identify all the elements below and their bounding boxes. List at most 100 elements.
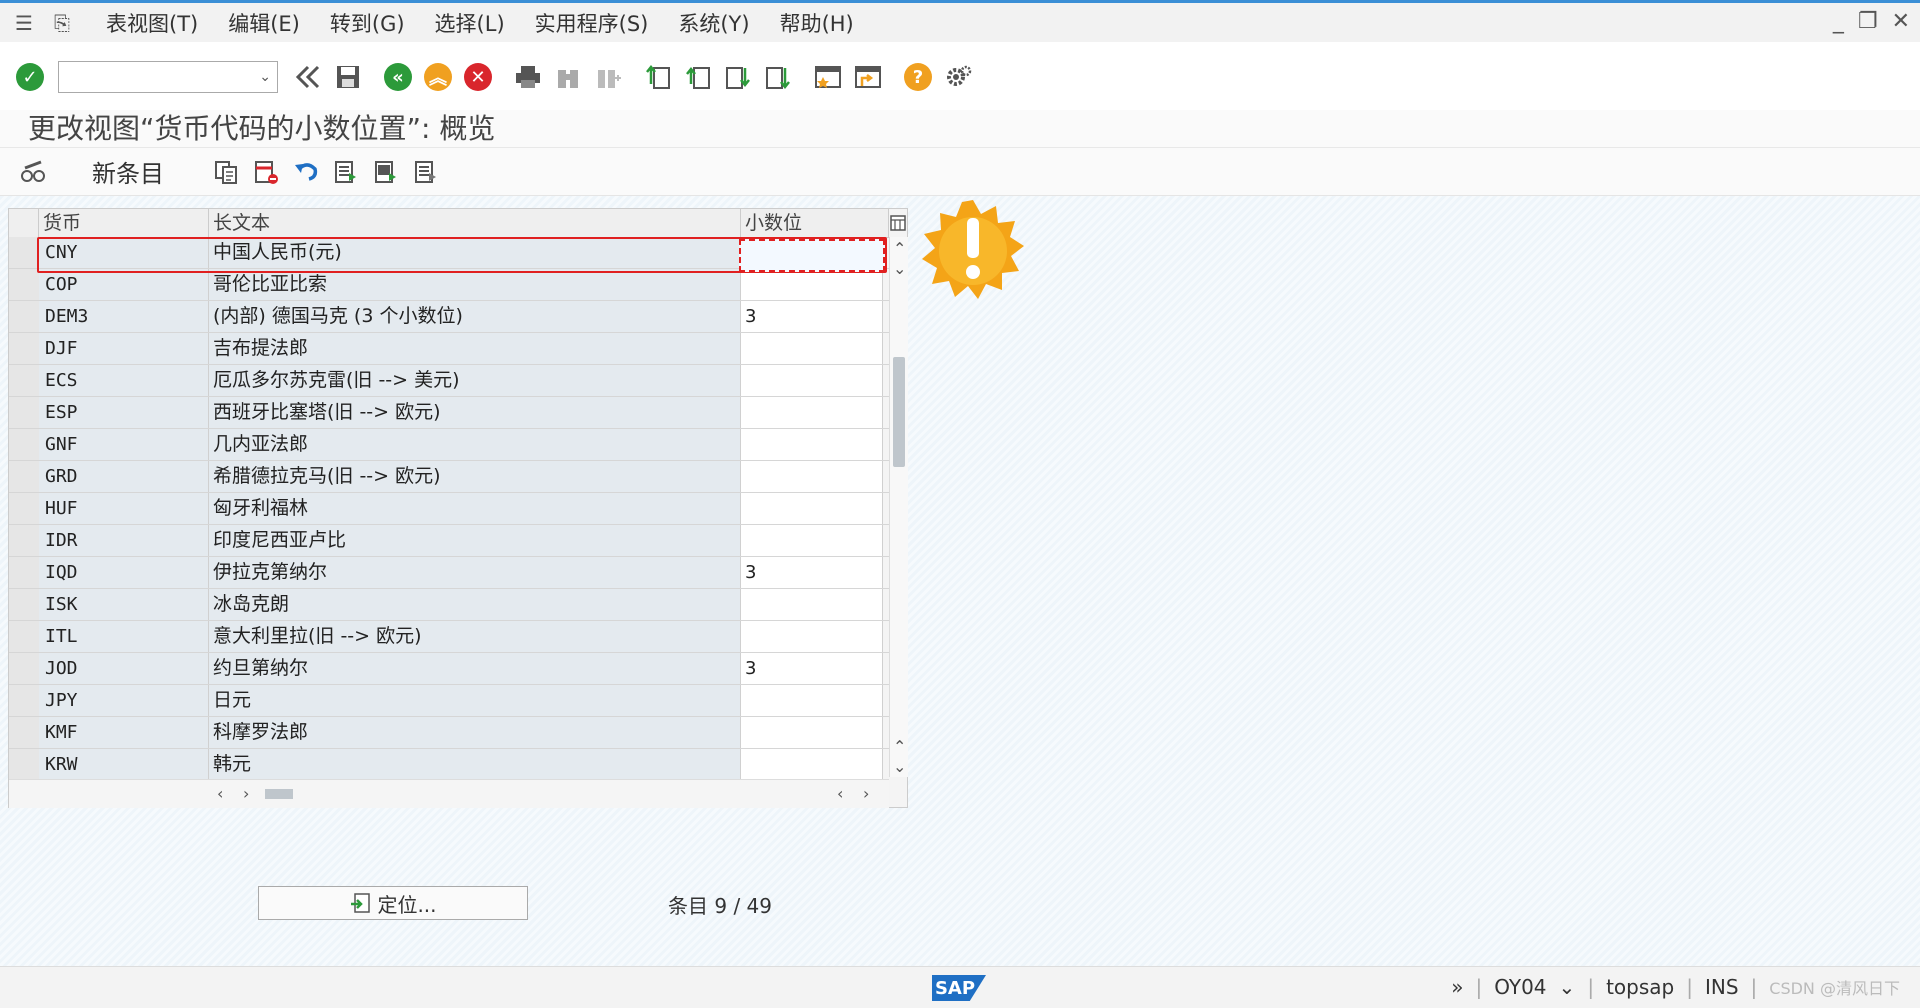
row-selector[interactable] [9,333,40,364]
decimals-input[interactable] [741,717,883,748]
first-page-button[interactable] [640,59,676,95]
row-selector[interactable] [9,557,40,588]
scroll-right-icon[interactable]: › [863,784,869,803]
double-chevron-right-icon[interactable]: » [1451,975,1463,999]
decimals-input[interactable] [741,397,883,428]
menu-edit[interactable]: 编辑(E) [228,8,300,38]
decimals-input[interactable]: 3 [741,301,883,332]
new-session-button[interactable] [810,59,846,95]
page-up-icon[interactable]: ⌃ [893,737,906,756]
decimals-input[interactable] [741,525,883,556]
menu-help[interactable]: 帮助(H) [780,8,854,38]
save-button[interactable] [330,59,366,95]
scroll-thumb[interactable] [893,357,905,467]
scroll-up-icon[interactable]: ⌃ [893,239,906,258]
scroll-down-icon[interactable]: ⌄ [893,259,906,278]
transaction-code[interactable]: OY04 [1494,975,1546,999]
table-row[interactable]: ESP 西班牙比塞塔(旧 --> 欧元) [9,397,889,429]
col-header-long-text[interactable]: 长文本 [209,209,741,237]
scroll-left-icon[interactable]: ‹ [837,784,843,803]
row-selector[interactable] [9,621,40,652]
decimals-input[interactable] [741,589,883,620]
row-selector[interactable] [9,429,40,460]
decimals-input[interactable] [741,685,883,716]
select-block-button[interactable] [368,154,404,190]
last-page-button[interactable] [760,59,796,95]
row-selector[interactable] [9,269,40,300]
decimals-input[interactable] [741,365,883,396]
h-scroll-thumb[interactable] [265,789,293,799]
decimals-input[interactable] [741,333,883,364]
select-all-column[interactable] [9,209,39,237]
position-button[interactable]: 定位... [258,886,528,920]
table-row[interactable]: KRW 韩元 [9,749,889,781]
display-change-button[interactable] [16,154,52,190]
table-row[interactable]: ITL 意大利里拉(旧 --> 欧元) [9,621,889,653]
row-selector[interactable] [9,525,40,556]
exit-button[interactable]: ︽ [420,59,456,95]
customize-icon[interactable]: ⎘ [48,11,76,35]
chevron-down-icon[interactable]: ⌄ [1559,975,1576,999]
row-selector[interactable] [9,237,40,268]
table-row[interactable]: GRD 希腊德拉克马(旧 --> 欧元) [9,461,889,493]
table-row[interactable]: HUF 匈牙利福林 [9,493,889,525]
row-selector[interactable] [9,653,40,684]
table-row[interactable]: COP 哥伦比亚比索 [9,269,889,301]
row-selector[interactable] [9,397,40,428]
new-entries-button[interactable]: 新条目 [92,154,164,189]
help-button[interactable]: ? [900,59,936,95]
table-row[interactable]: KMF 科摩罗法郎 [9,717,889,749]
table-row[interactable]: JPY 日元 [9,685,889,717]
focused-decimals-cell[interactable] [739,239,885,272]
menu-goto[interactable]: 转到(G) [330,8,405,38]
table-row[interactable]: IQD 伊拉克第纳尔 3 [9,557,889,589]
table-settings-button[interactable] [889,209,907,237]
menu-utilities[interactable]: 实用程序(S) [535,8,649,38]
decimals-input[interactable]: 3 [741,557,883,588]
menu-selection[interactable]: 选择(L) [435,8,505,38]
select-all-button[interactable] [328,154,364,190]
next-page-button[interactable] [720,59,756,95]
close-icon[interactable]: ✕ [1892,9,1910,34]
row-selector[interactable] [9,301,40,332]
scroll-right-icon[interactable]: › [243,784,249,803]
collapse-button[interactable] [290,59,326,95]
table-row[interactable]: ISK 冰岛克朗 [9,589,889,621]
vertical-scrollbar[interactable]: ⌃ ⌄ ⌃ ⌄ [889,237,908,777]
print-button[interactable] [510,59,546,95]
command-field[interactable]: ⌄ [58,61,278,93]
table-row[interactable]: IDR 印度尼西亚卢比 [9,525,889,557]
row-selector[interactable] [9,589,40,620]
delete-button[interactable] [248,154,284,190]
table-row[interactable]: DEM3 (内部) 德国马克 (3 个小数位) 3 [9,301,889,333]
page-down-icon[interactable]: ⌄ [893,757,906,776]
row-selector[interactable] [9,461,40,492]
minimize-icon[interactable]: _ [1833,9,1844,34]
copy-as-button[interactable] [208,154,244,190]
decimals-input[interactable] [741,749,883,780]
horizontal-scrollbar[interactable]: ‹ › ‹ › [9,779,889,808]
decimals-input[interactable] [741,461,883,492]
decimals-input[interactable]: 3 [741,653,883,684]
col-header-currency[interactable]: 货币 [39,209,209,237]
menu-table-view[interactable]: 表视图(T) [106,8,198,38]
menu-icon[interactable]: ☰ [10,11,38,35]
row-selector[interactable] [9,365,40,396]
col-header-decimals[interactable]: 小数位 [741,209,889,237]
find-button[interactable] [550,59,586,95]
row-selector[interactable] [9,493,40,524]
decimals-input[interactable] [741,621,883,652]
table-row[interactable]: DJF 吉布提法郎 [9,333,889,365]
decimals-input[interactable] [741,429,883,460]
cancel-button[interactable]: ✕ [460,59,496,95]
undo-button[interactable] [288,154,324,190]
table-row[interactable]: JOD 约旦第纳尔 3 [9,653,889,685]
insert-mode[interactable]: INS [1705,975,1739,999]
scroll-left-icon[interactable]: ‹ [217,784,223,803]
restore-icon[interactable]: ❐ [1858,9,1878,34]
row-selector[interactable] [9,685,40,716]
table-row[interactable]: ECS 厄瓜多尔苏克雷(旧 --> 美元) [9,365,889,397]
prev-page-button[interactable] [680,59,716,95]
deselect-all-button[interactable] [408,154,444,190]
row-selector[interactable] [9,749,40,780]
